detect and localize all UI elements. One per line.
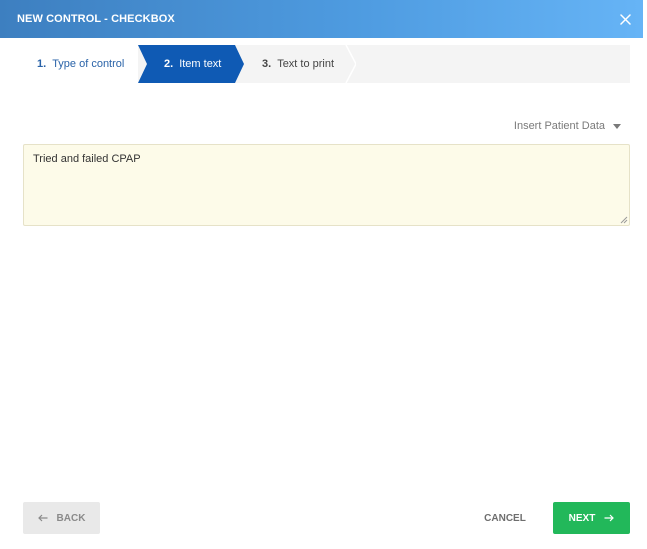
arrow-left-icon [37, 514, 48, 522]
step-type-of-control[interactable]: 1. Type of control [23, 45, 138, 83]
close-button[interactable] [615, 9, 635, 29]
next-label: NEXT [568, 512, 596, 524]
arrow-right-icon [604, 514, 615, 522]
dialog-title: NEW CONTROL - CHECKBOX [17, 13, 175, 25]
back-button[interactable]: BACK [23, 502, 100, 534]
step-label: Text to print [277, 58, 335, 70]
back-label: BACK [56, 512, 86, 524]
cancel-label: CANCEL [484, 512, 526, 524]
step-label: Item text [179, 58, 222, 70]
insert-patient-data-dropdown[interactable]: Insert Patient Data [514, 120, 621, 132]
step-number: 2. [164, 58, 174, 70]
step-text-to-print[interactable]: 3. Text to print [236, 45, 346, 83]
step-number: 3. [262, 58, 272, 70]
dialog-header: NEW CONTROL - CHECKBOX [0, 0, 643, 38]
step-label: Type of control [52, 58, 125, 70]
insert-patient-data-label: Insert Patient Data [513, 120, 605, 132]
wizard-stepper: 1. Type of control 2. Item text 3. Text … [23, 45, 630, 83]
close-icon [619, 13, 631, 25]
new-control-dialog: NEW CONTROL - CHECKBOX 1. Type of contro… [0, 0, 647, 549]
caret-down-icon [613, 123, 621, 129]
next-button[interactable]: NEXT [553, 502, 630, 534]
step-number: 1. [37, 58, 47, 70]
cancel-button[interactable]: CANCEL [476, 502, 534, 534]
item-text-input[interactable]: Tried and failed CPAP [23, 144, 630, 226]
resize-grip-icon[interactable] [620, 216, 628, 224]
step-item-text[interactable]: 2. Item text [138, 45, 236, 83]
